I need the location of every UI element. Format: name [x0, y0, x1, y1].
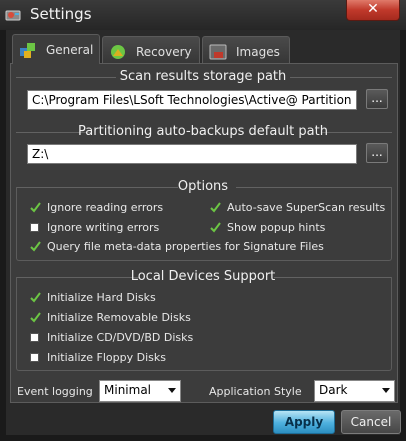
- tab-general-label: General: [46, 43, 94, 57]
- scan-results-browse-button[interactable]: ...: [366, 89, 388, 109]
- auto-backups-path-input[interactable]: Z:\: [27, 144, 357, 164]
- app-icon: [5, 10, 21, 21]
- recovery-icon: [111, 45, 125, 59]
- tab-recovery-label: Recovery: [136, 45, 192, 59]
- checkbox-empty: [30, 333, 39, 342]
- auto-backups-browse-button[interactable]: ...: [366, 143, 388, 163]
- title-bar: Settings ✕: [0, 0, 406, 30]
- apply-button[interactable]: Apply: [273, 410, 335, 434]
- close-button[interactable]: ✕: [346, 0, 400, 21]
- checkmark-icon: [30, 292, 41, 303]
- checkmark-icon: [210, 202, 221, 213]
- disk-image-icon: [209, 44, 227, 60]
- chevron-down-icon: [168, 388, 176, 393]
- chevron-down-icon: [382, 388, 390, 393]
- checkmark-icon: [30, 241, 41, 252]
- app-style-select[interactable]: Dark: [314, 380, 395, 402]
- checkbox-empty: [30, 353, 39, 362]
- checkbox-empty: [30, 223, 39, 232]
- event-logging-select[interactable]: Minimal: [99, 380, 181, 402]
- event-logging-label: Event logging: [17, 385, 93, 398]
- tab-general[interactable]: General: [12, 34, 100, 64]
- checkmark-icon: [30, 202, 41, 213]
- app-style-label: Application Style: [209, 385, 302, 398]
- scan-results-heading: Scan results storage path: [119, 69, 287, 84]
- checkmark-icon: [210, 222, 221, 233]
- tab-images-label: Images: [236, 45, 280, 59]
- general-settings-icon: [20, 43, 35, 58]
- checkmark-icon: [30, 312, 41, 323]
- window-title: Settings: [30, 5, 92, 23]
- cancel-button[interactable]: Cancel: [341, 410, 401, 434]
- tab-recovery[interactable]: Recovery: [102, 36, 200, 64]
- scan-results-path-input[interactable]: C:\Program Files\LSoft Technologies\Acti…: [27, 90, 357, 110]
- tab-images[interactable]: Images: [202, 36, 290, 64]
- auto-backups-heading: Partitioning auto-backups default path: [78, 124, 328, 139]
